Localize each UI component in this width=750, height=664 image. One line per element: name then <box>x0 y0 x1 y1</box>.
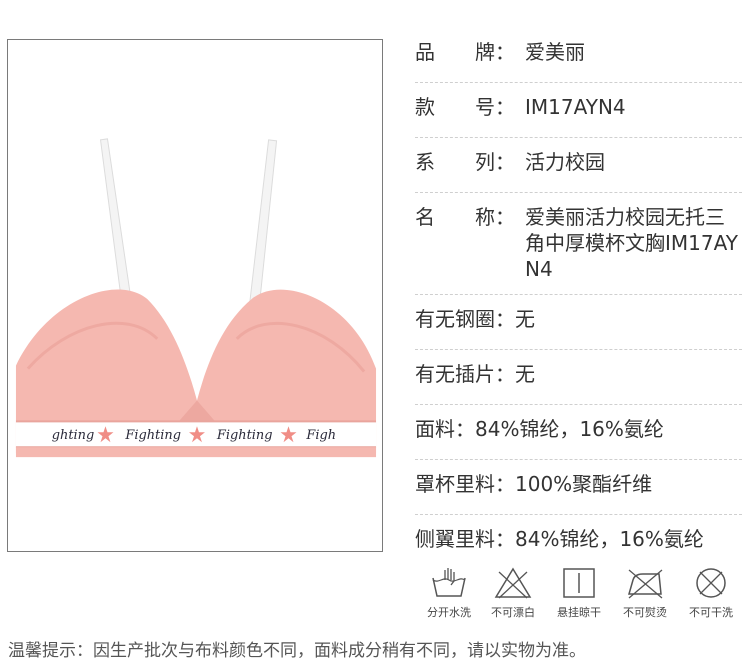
hand-wash-icon <box>432 568 466 597</box>
care-label: 不可熨烫 <box>623 606 667 619</box>
spec-value: 84%锦纶，16%氨纶 <box>515 527 704 551</box>
product-detail-page: ghting Fighting Fighting Figh 品 牌： 爱美丽 款… <box>0 0 750 664</box>
spec-row-name: 名 称： 爱美丽活力校园无托三角中厚模杯文胸IM17AYN4 <box>415 193 742 295</box>
care-instructions: 分开水洗 不可漂白 悬挂晾干 不可熨烫 不可干洗 <box>417 566 747 626</box>
care-item-no-dry-clean: 不可干洗 <box>679 566 743 620</box>
spec-value: 爱美丽活力校园无托三角中厚模杯文胸IM17AYN4 <box>525 205 738 281</box>
spec-label: 面料： <box>415 417 475 441</box>
spec-row-series: 系 列： 活力校园 <box>415 138 742 193</box>
svg-text:Figh: Figh <box>305 428 336 443</box>
spec-label: 有无钢圈： <box>415 307 515 331</box>
svg-text:Fighting: Fighting <box>216 428 273 443</box>
product-photo: ghting Fighting Fighting Figh <box>7 39 383 552</box>
line-dry-icon <box>563 568 595 598</box>
disclaimer-note: 温馨提示：因生产批次与布料颜色不同，面料成分稍有不同，请以实物为准。 <box>8 641 586 661</box>
spec-row-cup-lining: 罩杯里料： 100%聚酯纤维 <box>415 460 742 515</box>
spec-value: 无 <box>515 307 535 331</box>
spec-row-underwire: 有无钢圈： 无 <box>415 295 742 350</box>
spec-value: 100%聚酯纤维 <box>515 472 653 496</box>
spec-row-fabric: 面料： 84%锦纶，16%氨纶 <box>415 405 742 460</box>
spec-label: 罩杯里料： <box>415 472 515 496</box>
spec-value: 84%锦纶，16%氨纶 <box>475 417 664 441</box>
care-label: 不可干洗 <box>689 606 733 619</box>
spec-value: 活力校园 <box>525 150 605 174</box>
spec-value: 爱美丽 <box>525 40 585 64</box>
care-label: 分开水洗 <box>427 606 471 619</box>
spec-label: 有无插片： <box>415 362 515 386</box>
spec-value: IM17AYN4 <box>525 95 626 119</box>
care-label: 悬挂晾干 <box>557 606 601 619</box>
care-item-no-iron: 不可熨烫 <box>613 566 677 620</box>
svg-text:Fighting: Fighting <box>124 428 181 443</box>
no-iron-icon <box>628 569 663 599</box>
spec-row-insert: 有无插片： 无 <box>415 350 742 405</box>
spec-list: 品 牌： 爱美丽 款 号： IM17AYN4 系 列： 活力校园 名 称： 爱美… <box>415 28 742 569</box>
spec-label: 侧翼里料： <box>415 527 515 551</box>
care-item-line-dry: 悬挂晾干 <box>547 566 611 620</box>
spec-label: 名 称： <box>415 205 515 229</box>
spec-label: 系 列： <box>415 150 515 174</box>
spec-row-wing-lining: 侧翼里料： 84%锦纶，16%氨纶 <box>415 515 742 569</box>
spec-label: 品 牌： <box>415 40 515 64</box>
spec-label: 款 号： <box>415 95 515 119</box>
care-item-no-bleach: 不可漂白 <box>481 566 545 620</box>
spec-value: 无 <box>515 362 535 386</box>
bra-illustration: ghting Fighting Fighting Figh <box>15 138 377 458</box>
spec-row-brand: 品 牌： 爱美丽 <box>415 28 742 83</box>
no-dry-clean-icon <box>696 568 726 598</box>
svg-text:ghting: ghting <box>52 428 95 443</box>
care-label: 不可漂白 <box>491 606 535 619</box>
care-item-hand-wash: 分开水洗 <box>417 566 481 620</box>
no-bleach-icon <box>494 567 532 599</box>
spec-row-model: 款 号： IM17AYN4 <box>415 83 742 138</box>
